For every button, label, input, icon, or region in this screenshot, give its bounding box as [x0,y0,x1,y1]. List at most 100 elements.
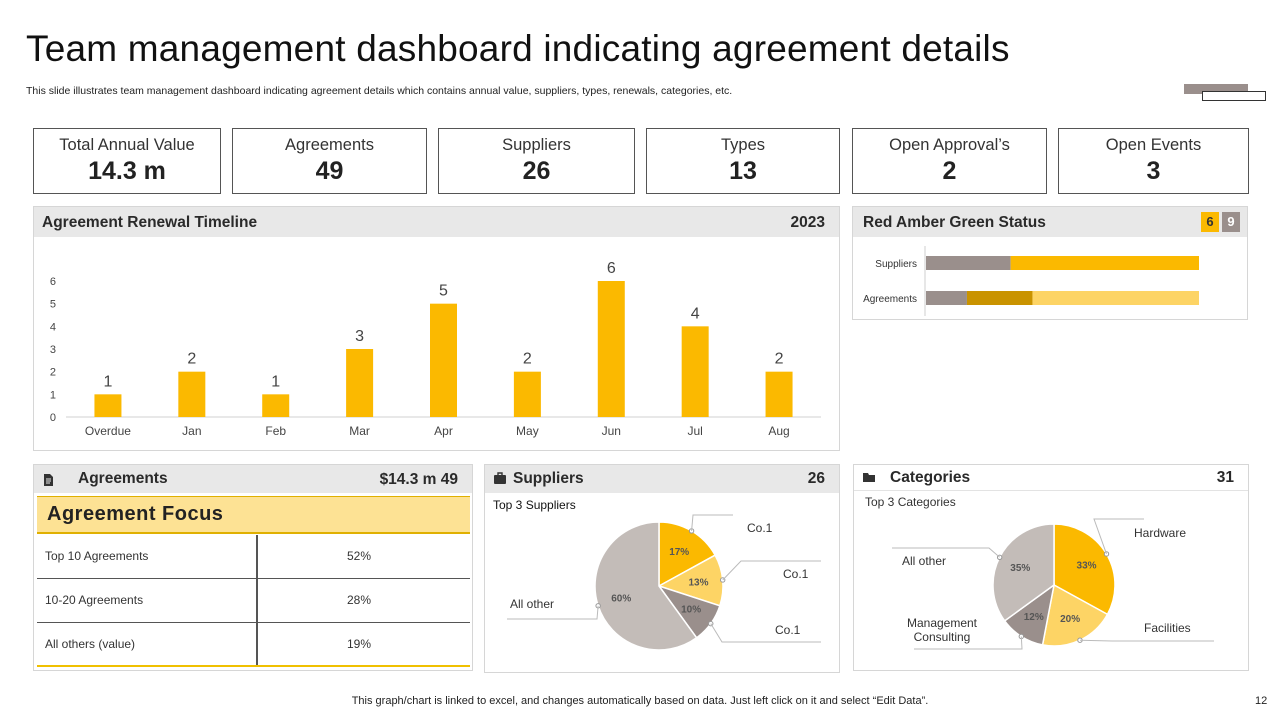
renewal-bar-chart[interactable]: 0 1 2 3 4 5 6 1 Overdue 2 Jan 1 Feb 3 Mar 5 Apr 2 May 6 Jun 4… [34,238,839,450]
pie-slice-label: All other [902,554,946,568]
kpi-label: Agreements [285,136,374,154]
panel-count: 26 [807,470,825,487]
row-value: 52% [347,549,372,563]
agreements-panel: Agreements $14.3 m 49 Agreement Focus To… [33,464,473,671]
pie-slice-label: Co.1 [775,623,801,637]
column-divider [256,535,258,578]
panel-title: Agreements [78,470,168,487]
x-tick-label: Jan [182,424,201,438]
panel-title: Red Amber Green Status [863,214,1046,231]
rag-segment [926,256,1011,270]
bar-data-label: 6 [607,260,616,277]
document-icon [44,474,53,486]
kpi-open-approvals: Open Approval’s 2 [852,128,1047,194]
bar-data-label: 4 [691,305,700,322]
x-tick-label: Feb [265,424,286,438]
bar [94,394,122,417]
panel-header: Agreements $14.3 m 49 [34,465,472,493]
rag-segment [926,291,967,305]
y-tick-label: 1 [50,389,56,401]
briefcase-icon [494,472,506,484]
kpi-label: Suppliers [502,136,571,154]
kpi-label: Types [720,136,766,154]
panel-header: Suppliers 26 [485,465,839,493]
row-label: Top 10 Agreements [45,549,149,563]
kpi-value: 26 [522,157,551,185]
table-row: All others (value) 19% [37,623,470,667]
rag-status-panel: Red Amber Green Status 6 9 Suppliers Agre… [852,206,1248,320]
leader-dot [1103,551,1110,557]
categories-panel: Categories 31 Top 3 Categories 33% Hardwa… [853,464,1249,671]
pie-percent-label: 33% [1077,561,1097,572]
pie-percent-label: 35% [1010,563,1030,574]
bar [178,371,206,417]
row-value: 19% [347,637,372,651]
x-tick-label: Aug [768,424,789,438]
x-tick-label: Jun [602,424,621,438]
bar [262,394,290,417]
rag-segment [1010,256,1199,270]
rag-segment [966,291,1033,305]
column-divider [256,579,258,622]
kpi-suppliers: Suppliers 26 [438,128,635,194]
kpi-label: Open Events [1105,136,1202,154]
table-header-label: Agreement Focus [47,503,224,525]
pie-percent-label: 17% [669,547,689,558]
panel-header: Red Amber Green Status 6 9 [853,207,1247,237]
kpi-label: Total Annual Value [59,136,195,154]
rag-row-label: Agreements [863,294,917,305]
pie-slice-label: Consulting [914,630,971,644]
x-tick-label: May [516,424,539,438]
suppliers-pie-chart[interactable]: 17% Co.1 13% Co.1 10% Co.1 60% All other [485,511,839,671]
renewal-timeline-panel: Agreement Renewal Timeline 2023 0 1 2 3 4 5 6 1… [33,206,840,451]
panel-value: $14.3 m 49 [379,471,458,488]
y-tick-label: 2 [50,367,56,379]
panel-title: Agreement Renewal Timeline [42,214,258,231]
bar [513,371,541,417]
kpi-value: 3 [1146,157,1161,185]
rag-badge-grey: 9 [1222,212,1240,232]
rag-bar-chart[interactable]: Suppliers Agreements [853,238,1247,320]
pie-slice-label: Hardware [1134,526,1186,540]
bar [346,349,374,417]
kpi-open-events: Open Events 3 [1058,128,1249,194]
panel-year: 2023 [790,214,825,231]
kpi-value: 13 [729,157,757,185]
pie-percent-label: 13% [688,577,708,588]
kpi-value: 2 [942,157,957,185]
table-row: Top 10 Agreements 52% [37,535,470,579]
kpi-total-annual-value: Total Annual Value 14.3 m [33,128,221,194]
bar-data-label: 1 [103,373,112,390]
row-value: 28% [347,593,372,607]
x-tick-label: Mar [349,424,370,438]
rag-badge-amber: 6 [1201,212,1219,232]
rag-segment [1032,291,1199,305]
agreement-focus-header: Agreement Focus [37,496,470,534]
kpi-value: 14.3 m [88,157,166,185]
kpi-agreements: Agreements 49 [232,128,427,194]
row-label: 10-20 Agreements [45,593,144,607]
row-label: All others (value) [45,637,136,651]
x-tick-label: Jul [687,424,702,438]
leader-line [691,514,733,531]
panel-header: Categories 31 [854,465,1248,491]
bar-data-label: 5 [439,283,448,300]
bar [597,281,625,417]
page-number: 12 [1255,695,1268,707]
pie-percent-label: 12% [1024,612,1044,623]
y-tick-label: 4 [50,321,56,333]
panel-count: 31 [1216,469,1234,486]
bar-data-label: 2 [775,351,784,368]
panel-caption: Top 3 Suppliers [493,498,576,512]
leader-line [710,623,821,643]
panel-caption: Top 3 Categories [865,495,956,509]
leader-line [1079,639,1214,642]
bar-data-label: 2 [187,351,196,368]
categories-pie-chart[interactable]: 33% Hardware 20% Facilities 12% ManagementCon… [854,510,1248,670]
footer-note: This graph/chart is linked to excel, and… [351,695,929,707]
suppliers-panel: Suppliers 26 Top 3 Suppliers 17% Co.1 13% C… [484,464,840,673]
pie-slice-label: Co.1 [783,567,809,581]
table-row: 10-20 Agreements 28% [37,579,470,623]
folder-icon [863,473,875,482]
column-divider [256,623,258,665]
